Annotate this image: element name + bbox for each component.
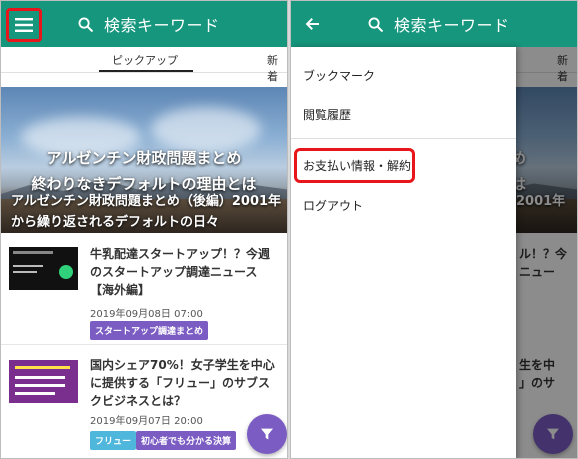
drawer-divider: [291, 138, 516, 139]
article-date: 2019年09月08日 07:00: [90, 309, 203, 320]
article-date: 2019年09月07日 20:00: [90, 416, 203, 427]
search-placeholder: 検索キーワード: [104, 16, 220, 35]
search-icon: [368, 17, 383, 32]
tab-bar: ピックアップ 新着: [1, 47, 287, 83]
back-button[interactable]: [301, 12, 325, 36]
drawer-item-history[interactable]: 閲覧履歴: [303, 106, 351, 123]
drawer-item-logout[interactable]: ログアウト: [303, 197, 363, 214]
tab-pickup[interactable]: ピックアップ: [112, 52, 178, 68]
hero-caption-line-1: アルゼンチン財政問題まとめ（後編）2001年: [11, 194, 282, 209]
article-tag[interactable]: 初心者でも分かる決算: [136, 431, 237, 450]
article-tag[interactable]: スタートアップ調達まとめ: [90, 321, 209, 340]
hero-caption: アルゼンチン財政問題まとめ（後編）2001年 から繰り返されるデフォルトの日々: [11, 191, 281, 233]
filter-icon: [261, 428, 273, 440]
back-arrow-icon: [305, 18, 319, 30]
hero-headline-1: アルゼンチン財政問題まとめ: [46, 149, 242, 167]
search-icon: [78, 17, 93, 32]
article-card[interactable]: 国内シェア70%！女子学生を中心に提供する「フリュー」のサブスクビジネスとは？ …: [1, 346, 287, 456]
hero-banner[interactable]: アルゼンチン財政問題まとめ 終わりなきデフォルトの理由とは アルゼンチン財政問題…: [1, 87, 287, 233]
tab-new[interactable]: 新着: [267, 52, 287, 84]
left-screen: 検索キーワード ピックアップ 新着 アルゼンチン財政問題まとめ 終わりなきデフォ…: [0, 0, 288, 459]
hero-caption-line-2: から繰り返されるデフォルトの日々: [11, 215, 220, 230]
menu-button[interactable]: [6, 8, 42, 42]
navigation-drawer: ブックマーク 閲覧履歴 お支払い情報・解約 ログアウト: [291, 47, 516, 458]
article-thumbnail: [9, 360, 78, 403]
app-bar: 検索キーワード: [1, 1, 287, 47]
article-thumbnail: [9, 247, 78, 290]
drawer-overlay[interactable]: [516, 47, 577, 458]
search-placeholder: 検索キーワード: [394, 16, 510, 35]
article-title[interactable]: 牛乳配達スタートアップ！？今週のスタートアップ調達ニュース【海外編】: [90, 245, 280, 299]
right-screen: 検索キーワード 新着 め は 2001年 ル！？今 ニュー 生を中 」のサ ブックマ…: [290, 0, 578, 459]
search-bar[interactable]: 検索キーワード: [77, 1, 220, 47]
article-card[interactable]: 牛乳配達スタートアップ！？今週のスタートアップ調達ニュース【海外編】 2019年…: [1, 235, 287, 345]
tab-active-indicator: [99, 70, 193, 72]
app-bar: 検索キーワード: [291, 1, 577, 47]
hamburger-menu-icon: [15, 18, 33, 32]
filter-button[interactable]: [247, 414, 287, 454]
article-title[interactable]: 国内シェア70%！女子学生を中心に提供する「フリュー」のサブスクビジネスとは？: [90, 356, 280, 410]
article-tag[interactable]: フリュー: [90, 431, 137, 450]
drawer-item-bookmark[interactable]: ブックマーク: [303, 67, 375, 84]
search-bar[interactable]: 検索キーワード: [367, 1, 510, 47]
drawer-item-payment[interactable]: お支払い情報・解約: [303, 157, 411, 174]
